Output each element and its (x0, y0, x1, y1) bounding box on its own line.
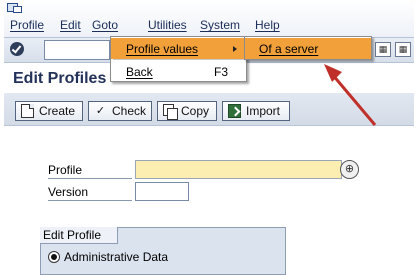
copy-button[interactable]: Copy (157, 101, 217, 121)
create-button[interactable]: Create (15, 101, 83, 121)
find-next-icon[interactable]: ▦ (395, 42, 411, 57)
page-title: Edit Profiles (13, 70, 107, 87)
menu-edit[interactable]: Edit (60, 18, 81, 32)
group-title: Edit Profile (40, 227, 118, 244)
annotation-arrow-icon (324, 64, 377, 126)
enter-check-icon[interactable] (10, 42, 24, 56)
menu-option-label: Of a server (259, 42, 319, 56)
menu-help[interactable]: Help (255, 18, 280, 32)
profile-input[interactable] (135, 160, 342, 179)
check-icon: ✓ (95, 105, 106, 117)
system-menu-icon[interactable] (7, 3, 22, 13)
version-input[interactable] (135, 182, 189, 201)
import-button-label: Import (246, 104, 281, 118)
menu-goto[interactable]: Goto (92, 18, 118, 32)
administrative-data-label: Administrative Data (64, 250, 169, 264)
version-label: Version (48, 185, 132, 201)
menu-profile[interactable]: Profile (10, 18, 44, 32)
goto-dropdown-menu: Profile values Back F3 (110, 36, 247, 82)
administrative-data-radio[interactable] (48, 251, 60, 263)
import-icon (228, 104, 241, 118)
command-field[interactable] (44, 40, 110, 60)
import-button[interactable]: Import (222, 101, 290, 121)
menu-option-of-a-server[interactable]: Of a server (245, 38, 371, 59)
copy-icon (163, 104, 178, 120)
menu-option-label: Back (126, 65, 153, 79)
menu-utilities[interactable]: Utilities (148, 18, 187, 32)
profile-label: Profile (48, 163, 132, 179)
menu-option-label: Profile values (126, 42, 199, 56)
menu-option-back[interactable]: Back F3 (111, 61, 246, 82)
document-icon (21, 104, 34, 118)
submenu-arrow-icon (233, 46, 237, 52)
menu-shortcut: F3 (213, 65, 228, 79)
copy-button-label: Copy (181, 104, 210, 118)
check-button[interactable]: ✓ Check (88, 101, 152, 121)
check-button-label: Check (112, 104, 147, 118)
profile-values-submenu: Of a server (244, 36, 372, 60)
menu-divider (113, 59, 244, 60)
menu-option-profile-values[interactable]: Profile values (111, 38, 246, 59)
value-help-icon[interactable]: ⊕ (340, 160, 359, 179)
create-button-label: Create (39, 104, 76, 118)
menu-system[interactable]: System (200, 18, 240, 32)
find-icon[interactable]: ▦ (375, 42, 391, 57)
